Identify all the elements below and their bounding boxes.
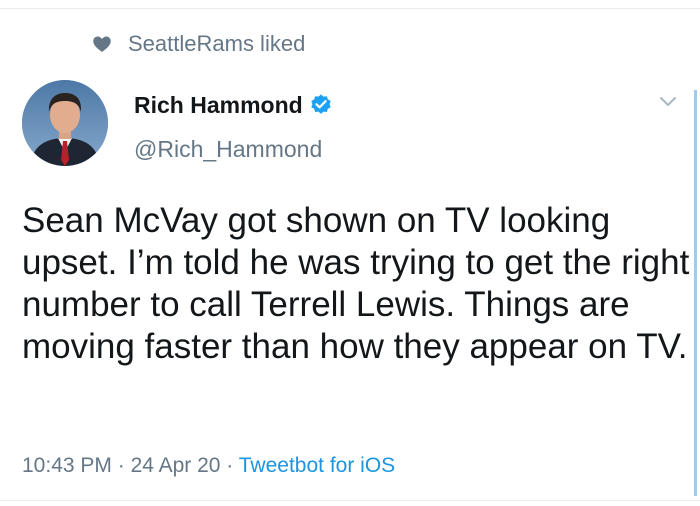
author-name-row[interactable]: Rich Hammond	[134, 90, 333, 120]
scroll-accent-bar	[694, 90, 697, 496]
meta-separator: ·	[220, 454, 239, 477]
tweet-source-link[interactable]: Tweetbot for iOS	[239, 454, 395, 477]
top-divider	[0, 8, 700, 9]
social-context: SeattleRams liked	[92, 30, 305, 58]
chevron-down-icon[interactable]	[658, 94, 678, 110]
tweet-meta: 10:43 PM · 24 Apr 20 · Tweetbot for iOS	[22, 452, 395, 480]
tweet-date[interactable]: 24 Apr 20	[131, 454, 221, 477]
tweet-text: Sean McVay got shown on TV looking upset…	[22, 201, 690, 366]
avatar[interactable]	[22, 80, 108, 166]
bottom-divider	[0, 500, 700, 501]
social-context-text[interactable]: SeattleRams liked	[128, 30, 305, 58]
verified-badge-icon	[309, 93, 333, 117]
tweet-time[interactable]: 10:43 PM	[22, 454, 112, 477]
meta-separator: ·	[111, 454, 131, 477]
author-display-name[interactable]: Rich Hammond	[134, 90, 303, 120]
author-handle[interactable]: @Rich_Hammond	[134, 134, 322, 164]
heart-icon	[92, 34, 112, 54]
